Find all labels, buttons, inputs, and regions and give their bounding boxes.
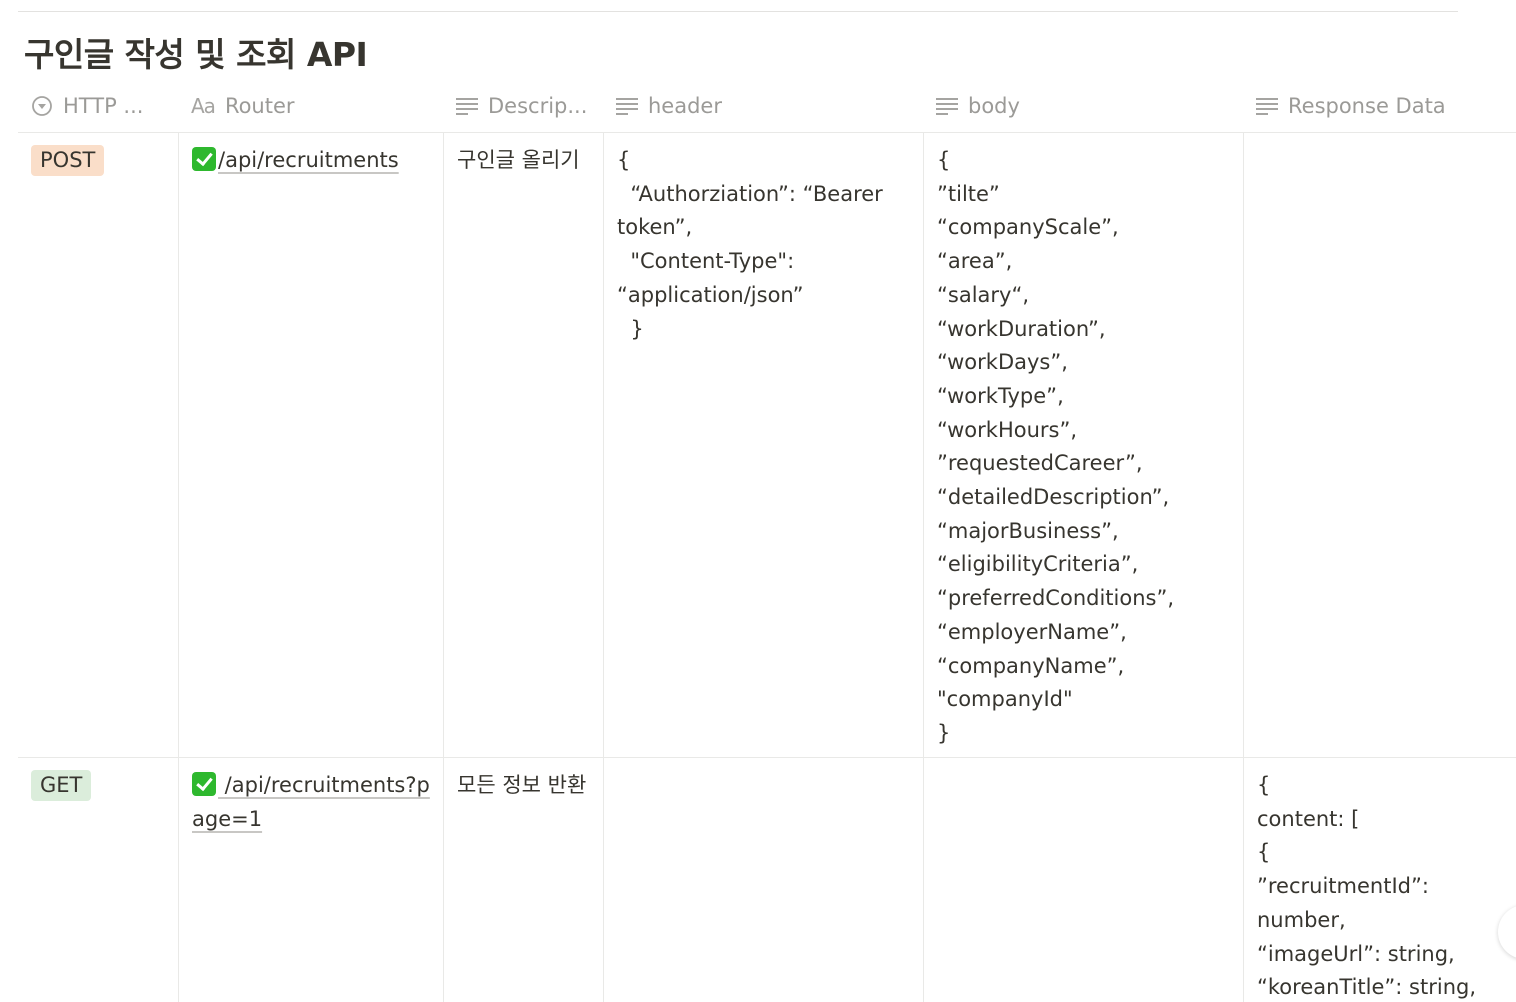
text-lines-icon	[936, 95, 958, 117]
code-line: “workHours”,	[937, 417, 1078, 442]
code-line: “majorBusiness”,	[937, 518, 1119, 543]
code-line: “imageUrl”: string,	[1257, 941, 1455, 966]
code-line: {	[1257, 773, 1271, 797]
code-line: ”recruitmentId”: number,	[1257, 874, 1429, 932]
check-mark-icon	[192, 772, 216, 796]
cell-http-method[interactable]: POST	[18, 132, 178, 757]
code-line: “employerName”,	[937, 619, 1127, 644]
cell-body[interactable]: { ”tilte” “companyScale”, “area”, “salar…	[923, 132, 1243, 757]
code-line: {	[1257, 840, 1271, 865]
code-line: “preferredConditions”,	[937, 586, 1175, 611]
column-header-label: Router	[224, 94, 295, 118]
cell-response-data[interactable]	[1243, 132, 1516, 757]
select-icon	[31, 95, 53, 117]
cell-body[interactable]	[923, 757, 1243, 1002]
column-header-label: header	[648, 94, 722, 118]
code-line: }	[937, 720, 951, 745]
cell-header[interactable]	[603, 757, 923, 1002]
code-line: }	[617, 316, 644, 341]
code-line: “companyScale”,	[937, 215, 1119, 240]
code-line: “Authorziation”: “Bearer token”,	[617, 181, 890, 240]
code-line: ”requestedCareer”,	[937, 451, 1143, 476]
code-line: ”tilte”	[937, 181, 1000, 206]
router-link[interactable]: /api/recruitments	[218, 148, 399, 172]
cell-http-method[interactable]: GET	[18, 757, 178, 1002]
method-tag-post: POST	[31, 145, 105, 176]
text-lines-icon	[616, 95, 638, 117]
page-title: 구인글 작성 및 조회 API	[24, 35, 368, 74]
router-link[interactable]: /api/recruitments?page=1	[192, 773, 430, 831]
top-divider	[18, 11, 1458, 12]
code-line: "companyId"	[937, 687, 1073, 712]
title-aa-icon: Aa	[191, 94, 216, 118]
text-lines-icon	[1256, 95, 1278, 117]
check-mark-icon	[192, 147, 216, 171]
code-line: “salary“,	[937, 282, 1030, 307]
code-line: “koreanTitle”: string,	[1257, 975, 1477, 1000]
code-line: “companyName”,	[937, 653, 1125, 678]
code-line: {	[937, 148, 951, 172]
cell-header[interactable]: { “Authorziation”: “Bearer token”, "Cont…	[603, 132, 923, 757]
column-header-description[interactable]: Descrip...	[456, 80, 606, 132]
table-header-row: HTTP ... Aa Router Descrip... header bod…	[18, 80, 1516, 133]
column-header-label: Descrip...	[488, 94, 588, 118]
code-line: “detailedDescription”,	[937, 485, 1170, 510]
column-header-header[interactable]: header	[616, 80, 916, 132]
cell-response-data[interactable]: { content: [ { ”recruitmentId”: number, …	[1243, 757, 1516, 1002]
cell-description[interactable]: 모든 정보 반환	[443, 757, 603, 1002]
column-header-label: Response Data	[1288, 94, 1446, 118]
code-line: “workType”,	[937, 383, 1064, 408]
code-line: “area”,	[937, 249, 1013, 274]
code-line: “eligibilityCriteria”,	[937, 552, 1139, 577]
column-header-label: HTTP ...	[63, 94, 144, 118]
code-line: “workDuration”,	[937, 316, 1106, 341]
column-header-router[interactable]: Aa Router	[191, 80, 441, 132]
cell-router[interactable]: /api/recruitments?page=1	[178, 757, 443, 1002]
code-line: "Content-Type": “application/json”	[617, 249, 804, 307]
table-row[interactable]: POST /api/recruitments 구인글 올리기 { “Author…	[18, 132, 1516, 758]
code-line: “workDays”,	[937, 350, 1068, 375]
notion-page: 구인글 작성 및 조회 API HTTP ... Aa Router Descr…	[0, 0, 1516, 1002]
column-header-response-data[interactable]: Response Data	[1256, 80, 1506, 132]
column-header-label: body	[968, 94, 1020, 118]
column-header-body[interactable]: body	[936, 80, 1236, 132]
column-header-http-method[interactable]: HTTP ...	[31, 80, 177, 132]
cell-description[interactable]: 구인글 올리기	[443, 132, 603, 757]
method-tag-get: GET	[31, 770, 92, 801]
table-row[interactable]: GET /api/recruitments?page=1 모든 정보 반환 { …	[18, 757, 1516, 1002]
code-line: {	[617, 148, 631, 172]
code-line: content: [	[1257, 806, 1360, 831]
cell-router[interactable]: /api/recruitments	[178, 132, 443, 757]
text-lines-icon	[456, 95, 478, 117]
